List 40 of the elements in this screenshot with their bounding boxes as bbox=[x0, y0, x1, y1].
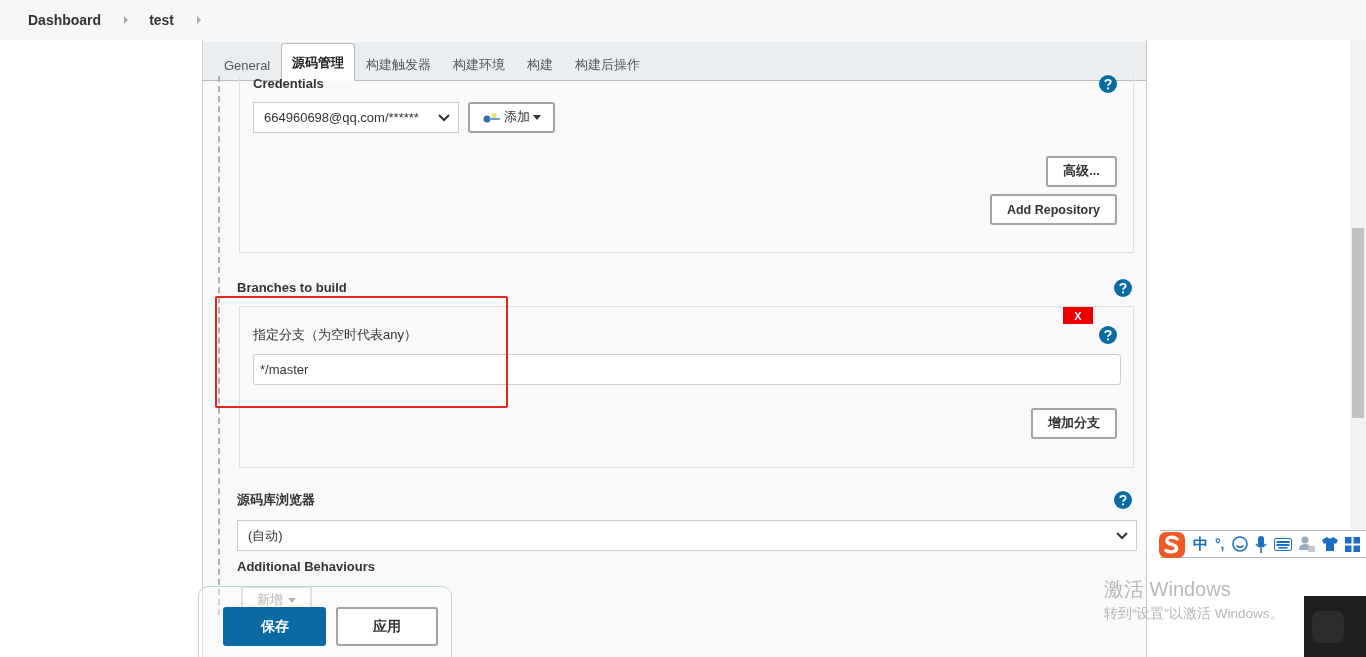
field-label: 指定分支（为空时代表any） bbox=[253, 325, 417, 344]
delete-button[interactable]: X bbox=[1063, 307, 1093, 324]
punctuation-toggle[interactable]: °, bbox=[1215, 536, 1225, 552]
smiley-icon[interactable] bbox=[1231, 536, 1248, 552]
help-icon[interactable] bbox=[1099, 325, 1117, 344]
section-label: 源码库浏览器 bbox=[237, 490, 315, 509]
shirt-icon[interactable] bbox=[1321, 537, 1338, 551]
branch-input[interactable]: */master bbox=[253, 354, 1121, 385]
input-mode-toggle[interactable]: 中 bbox=[1193, 534, 1208, 554]
help-icon[interactable] bbox=[1114, 278, 1132, 297]
help-icon[interactable] bbox=[1114, 490, 1132, 509]
key-icon bbox=[482, 112, 501, 123]
activation-title: 激活 Windows bbox=[1104, 577, 1232, 602]
microphone-icon[interactable] bbox=[1254, 535, 1267, 553]
credentials-select[interactable]: 664960698@qq.com/****** bbox=[253, 102, 459, 133]
repository-browser-select[interactable]: (自动) bbox=[237, 520, 1137, 551]
tab[interactable]: 构建环境 bbox=[442, 50, 517, 80]
chevron-down-icon bbox=[438, 113, 450, 122]
caret-icon bbox=[288, 598, 296, 603]
chevron-down-icon bbox=[1116, 531, 1128, 540]
tab[interactable]: 构建后操作 bbox=[564, 50, 652, 80]
apply-button[interactable]: 应用 bbox=[336, 607, 438, 646]
grid-icon[interactable] bbox=[1344, 536, 1360, 552]
save-button[interactable]: 保存 bbox=[223, 607, 326, 646]
help-icon[interactable] bbox=[1099, 74, 1117, 93]
scrollbar-drawing[interactable] bbox=[1350, 40, 1366, 529]
breadcrumb-link[interactable]: Dashboard bbox=[28, 12, 102, 28]
section-label: Branches to build bbox=[237, 280, 347, 295]
add-button[interactable]: 添加 bbox=[468, 102, 555, 133]
tab[interactable]: 构建触发器 bbox=[355, 50, 443, 80]
caret-icon bbox=[532, 115, 541, 120]
tab[interactable]: 构建 bbox=[516, 50, 565, 80]
logo-icon[interactable] bbox=[1158, 531, 1186, 559]
add-branch-button[interactable]: 增加分支 bbox=[1031, 408, 1117, 439]
keyboard-icon[interactable] bbox=[1273, 537, 1292, 551]
section-label: Additional Behaviours bbox=[237, 559, 376, 574]
breadcrumb-link[interactable]: test bbox=[149, 12, 175, 28]
activation-message: 转到“设置”以激活 Windows。 bbox=[1104, 605, 1284, 623]
add-repository-button[interactable]: Add Repository bbox=[989, 194, 1117, 225]
advanced-button[interactable]: 高级... bbox=[1046, 156, 1117, 187]
